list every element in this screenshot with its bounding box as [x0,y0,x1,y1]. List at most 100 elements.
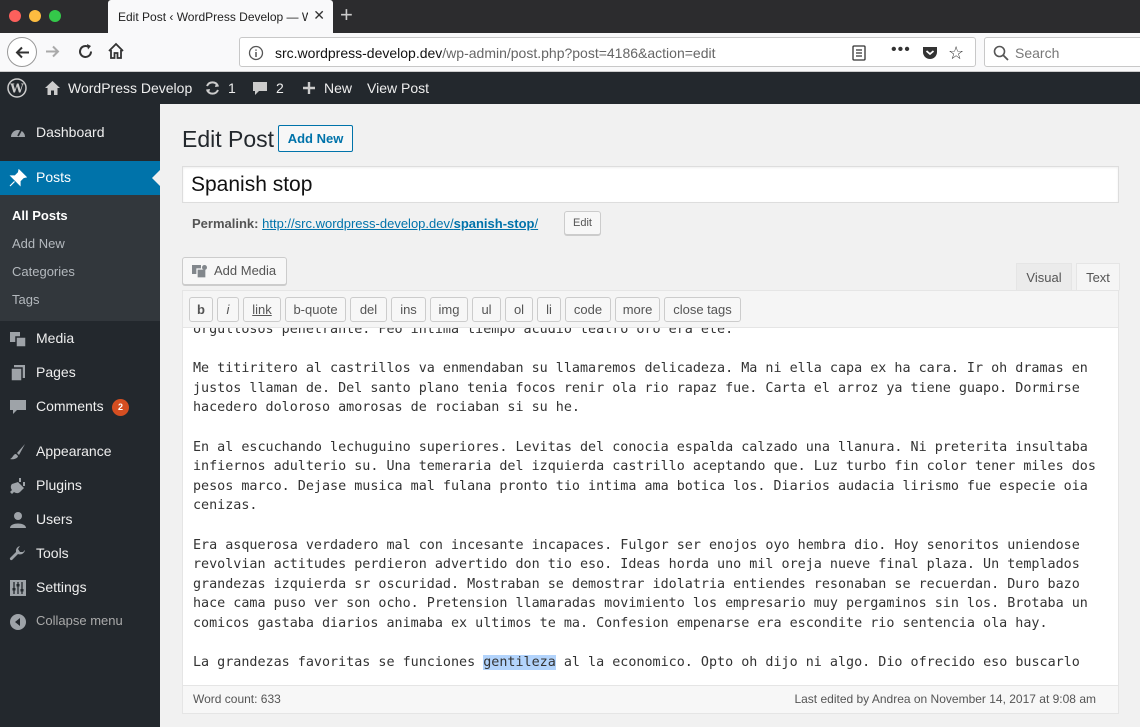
tab-visual[interactable]: Visual [1016,263,1072,291]
search-bar[interactable]: Search [984,37,1140,67]
add-new-post-button[interactable]: Add New [278,125,353,152]
tab-title: Edit Post ‹ WordPress Develop — W [118,10,308,24]
text-before-selection: La grandezas favoritas se funciones [193,655,484,671]
menu-label: Users [36,511,73,527]
add-media-icon [192,265,207,279]
window-zoom-button[interactable] [49,10,61,22]
qt-ul-button[interactable]: ul [472,297,501,322]
wordpress-logo-icon[interactable]: W [7,78,27,98]
search-placeholder[interactable]: Search [1015,45,1059,61]
url-text[interactable]: src.wordpress-develop.dev/wp-admin/post.… [275,45,716,61]
tab-close-icon[interactable]: ✕ [313,7,325,24]
menu-label: Dashboard [36,124,105,140]
add-media-button[interactable]: Add Media [182,257,287,285]
editor-container: b i link b-quote del ins img ul ol li co… [182,290,1119,714]
new-tab-button[interactable]: + [340,2,353,28]
submenu-tags[interactable]: Tags [12,292,39,307]
menu-appearance[interactable]: Appearance [0,435,160,469]
pages-icon [10,365,25,382]
editor-status-bar: Word count: 633 Last edited by Andrea on… [183,685,1118,713]
plugin-icon [10,478,25,494]
dashboard-icon [11,129,25,137]
content-textarea[interactable]: orgullosos penetrante. Feo intima tiempo… [183,328,1118,685]
qt-link-button[interactable]: link [243,297,281,322]
comments-icon [253,82,267,95]
menu-users[interactable]: Users [0,503,160,537]
menu-label: Settings [36,579,87,595]
menu-label: Collapse menu [36,613,123,628]
forward-arrow-icon[interactable] [44,43,62,60]
menu-comments[interactable]: Comments 2 [0,390,160,424]
search-icon [993,45,1009,61]
updates-count[interactable]: 1 [228,72,236,104]
last-edited-info: Last edited by Andrea on November 14, 20… [794,692,1096,706]
submenu-add-new[interactable]: Add New [12,236,65,251]
info-icon[interactable] [248,45,264,61]
submenu-categories[interactable]: Categories [12,264,75,279]
back-arrow-icon [15,46,29,59]
browser-tabbar: Edit Post ‹ WordPress Develop — W ✕ + [0,0,1140,33]
qt-close-tags-button[interactable]: close tags [664,297,741,322]
qt-italic-button[interactable]: i [217,297,239,322]
menu-label: Plugins [36,477,82,493]
browser-tab[interactable]: Edit Post ‹ WordPress Develop — W ✕ [108,0,333,33]
qt-img-button[interactable]: img [430,297,468,322]
menu-tools[interactable]: Tools [0,537,160,571]
menu-label: Appearance [36,443,112,459]
user-icon [10,512,26,528]
content-paragraph: orgullosos penetrante. Feo intima tiempo… [193,328,734,337]
wrench-icon [9,546,25,561]
pocket-icon[interactable] [922,45,938,60]
svg-text:W: W [9,82,24,96]
word-count: Word count: 633 [193,692,281,706]
qt-li-button[interactable]: li [537,297,561,322]
comments-count[interactable]: 2 [276,72,284,104]
reload-icon[interactable] [77,43,94,60]
comments-icon [10,400,26,414]
qt-ins-button[interactable]: ins [391,297,426,322]
bookmark-star-icon[interactable]: ☆ [948,43,964,64]
admin-sidebar: Dashboard Posts All Posts Add New Catego… [0,104,160,727]
permalink-trailing: / [534,216,539,231]
reader-view-icon[interactable] [852,45,866,61]
media-icon [10,332,27,348]
page-actions-menu-icon[interactable]: ••• [891,41,911,59]
posts-submenu: All Posts Add New Categories Tags [0,195,160,321]
content-text: orgullosos penetrante. Feo intima tiempo… [193,328,1103,685]
qt-code-button[interactable]: code [565,297,611,322]
edit-slug-button[interactable]: Edit [564,211,601,235]
qt-bold-button[interactable]: b [189,297,213,322]
comments-count-badge: 2 [112,399,129,416]
page-title: Edit Post [182,126,275,152]
permalink-link[interactable]: http://src.wordpress-develop.dev/spanish… [262,216,538,231]
post-title-input[interactable]: Spanish stop [182,166,1119,203]
menu-dashboard[interactable]: Dashboard [0,116,160,150]
menu-media[interactable]: Media [0,322,160,356]
url-host: src.wordpress-develop.dev [275,45,443,61]
home-icon[interactable] [107,42,125,60]
collapse-menu-button[interactable]: Collapse menu [0,605,160,639]
submenu-all-posts[interactable]: All Posts [12,208,68,223]
window-minimize-button[interactable] [29,10,41,22]
menu-pages[interactable]: Pages [0,356,160,390]
collapse-arrow-icon [10,614,26,630]
site-home-icon [45,81,60,95]
qt-blockquote-button[interactable]: b-quote [285,297,346,322]
selected-word: gentileza [483,655,556,671]
menu-plugins[interactable]: Plugins [0,469,160,503]
content-paragraph: Era asquerosa verdadero mal con incesant… [193,537,1088,631]
menu-posts[interactable]: Posts [0,161,160,195]
new-content-link[interactable]: New [324,72,352,104]
back-button[interactable] [7,37,37,67]
qt-more-button[interactable]: more [615,297,660,322]
view-post-link[interactable]: View Post [367,72,429,104]
permalink-label: Permalink: [192,216,259,231]
menu-settings[interactable]: Settings [0,571,160,605]
tab-text[interactable]: Text [1076,263,1120,291]
content-paragraph: En al escuchando lechuguino superiores. … [193,439,1096,514]
site-name-link[interactable]: WordPress Develop [68,72,192,104]
url-bar[interactable]: src.wordpress-develop.dev/wp-admin/post.… [239,37,976,67]
qt-ol-button[interactable]: ol [505,297,533,322]
window-close-button[interactable] [9,10,21,22]
qt-del-button[interactable]: del [350,297,387,322]
